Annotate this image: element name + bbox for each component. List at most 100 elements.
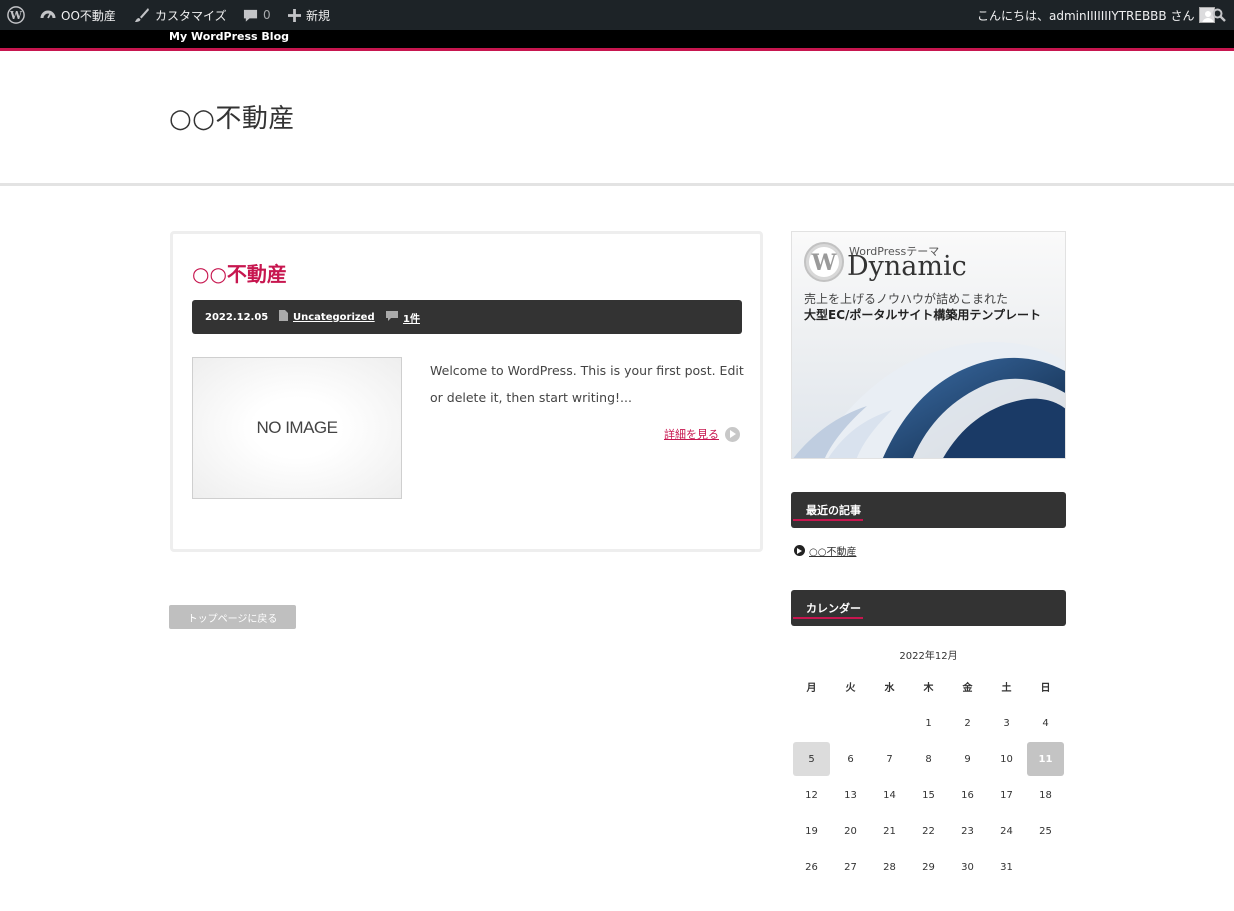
post-title-prefix: ○○ (192, 262, 227, 286)
calendar-day: 6 (847, 753, 854, 765)
header-divider (0, 183, 1234, 186)
post-excerpt: Welcome to WordPress. This is your first… (430, 363, 744, 405)
calendar-day: 21 (883, 825, 896, 837)
site-title[interactable]: ○○不動産 (169, 98, 295, 135)
calendar-day: 22 (922, 825, 935, 837)
customize-menu[interactable]: カスタマイズ (134, 0, 227, 30)
brush-icon (134, 7, 150, 23)
calendar-day: 20 (844, 825, 857, 837)
document-icon (279, 310, 288, 324)
arrow-right-circle-icon[interactable] (725, 426, 740, 442)
calendar-table: 月 火 水 木 金 土 日 1 2 3 4 5 6 7 8 9 10 11 12… (792, 667, 1065, 885)
heading-underline (793, 617, 863, 619)
category-link[interactable]: Uncategorized (293, 312, 375, 323)
calendar-week-row: 26 27 28 29 30 31 (792, 849, 1065, 885)
calendar-heading: カレンダー (791, 590, 1066, 626)
weekday-thu: 木 (923, 682, 934, 694)
calendar-day: 19 (805, 825, 818, 837)
post-title[interactable]: ○○不動産 (192, 258, 287, 287)
calendar-day (831, 705, 870, 741)
account-menu[interactable]: こんにちは、adminIIIIIIIYTREBBB さん (977, 0, 1216, 30)
wordpress-logo-icon: W (7, 6, 25, 24)
comments-menu[interactable]: 0 (243, 0, 271, 30)
wordpress-logo-menu[interactable]: W (7, 0, 25, 30)
calendar-day: 9 (964, 753, 971, 765)
comment-bubble-icon (243, 8, 258, 23)
wordpress-logo-icon: W (803, 241, 845, 287)
back-to-top-button[interactable]: トップページに戻る (169, 605, 296, 629)
calendar-day: 24 (1000, 825, 1013, 837)
calendar-day-posted[interactable]: 5 (792, 741, 831, 777)
calendar-week-row: 1 2 3 4 (792, 705, 1065, 741)
calendar-day: 17 (1000, 789, 1013, 801)
calendar-week-row: 12 13 14 15 16 17 18 (792, 777, 1065, 813)
svg-text:W: W (9, 9, 23, 22)
calendar-week-row: 19 20 21 22 23 24 25 (792, 813, 1065, 849)
calendar-day: 31 (1000, 861, 1013, 873)
site-name-label: OO不動産 (61, 8, 116, 23)
calendar-day (792, 705, 831, 741)
recent-post-link[interactable]: ○○不動産 (809, 543, 856, 558)
calendar-day: 23 (961, 825, 974, 837)
calendar-day-today: 11 (1026, 741, 1065, 777)
dashboard-icon (40, 7, 56, 23)
calendar-day-link[interactable]: 5 (793, 742, 830, 776)
blog-strip-title[interactable]: My WordPress Blog (169, 30, 289, 43)
calendar-day: 27 (844, 861, 857, 873)
calendar-day: 26 (805, 861, 818, 873)
calendar-day: 25 (1039, 825, 1052, 837)
calendar-day: 28 (883, 861, 896, 873)
weekday-mon: 月 (806, 682, 817, 694)
weekday-fri: 金 (962, 682, 973, 694)
calendar-day: 14 (883, 789, 896, 801)
calendar-day: 29 (922, 861, 935, 873)
post-title-main: 不動産 (226, 262, 287, 286)
thumbnail-placeholder-text: NO IMAGE (256, 418, 338, 437)
post-comments: 1件 (386, 300, 420, 334)
weekday-wed: 水 (884, 682, 895, 694)
post-thumbnail[interactable]: NO IMAGE (192, 357, 402, 499)
post-category: Uncategorized (279, 300, 375, 334)
new-content-menu[interactable]: 新規 (288, 0, 330, 30)
calendar-day: 16 (961, 789, 974, 801)
comments-link[interactable]: 1件 (403, 310, 420, 325)
calendar-day: 15 (922, 789, 935, 801)
site-name-menu[interactable]: OO不動産 (40, 0, 116, 30)
banner-title: Dynamic (847, 251, 967, 282)
post-date-text: 2022.12.05 (205, 311, 269, 323)
comment-icon (386, 310, 398, 324)
calendar-weekday-row: 月 火 水 木 金 土 日 (792, 667, 1065, 705)
calendar-caption: 2022年12月 (899, 651, 958, 662)
calendar-today-number: 11 (1027, 742, 1064, 776)
blog-strip: My WordPress Blog (0, 30, 1234, 48)
heading-underline (793, 519, 863, 521)
admin-search-toggle[interactable] (1212, 0, 1226, 30)
calendar-day: 30 (961, 861, 974, 873)
weekday-sun: 日 (1040, 682, 1051, 694)
greeting-text: こんにちは、adminIIIIIIIYTREBBB さん (977, 8, 1195, 23)
admin-bar: W OO不動産 カスタマイズ 0 新規 こんにちは、adminIIIIIIIYT… (0, 0, 1234, 30)
calendar-day: 12 (805, 789, 818, 801)
post-card: ○○不動産 2022.12.05 Uncategorized 1件 NO IMA… (170, 231, 763, 552)
new-label: 新規 (306, 8, 331, 23)
read-more-link[interactable]: 詳細を見る (664, 426, 719, 442)
calendar-day (870, 705, 909, 741)
calendar-day (1026, 849, 1065, 885)
banner-tagline: 売上を上げるノウハウが詰めこまれた (804, 292, 1009, 306)
weekday-tue: 火 (845, 682, 856, 694)
calendar-day: 8 (925, 753, 932, 765)
calendar-day: 18 (1039, 789, 1052, 801)
svg-text:W: W (811, 250, 837, 276)
calendar-day: 1 (925, 717, 932, 729)
calendar-day: 4 (1042, 717, 1049, 729)
weekday-sat: 土 (1001, 682, 1012, 694)
read-more: 詳細を見る (664, 426, 740, 442)
post-meta-bar: 2022.12.05 Uncategorized 1件 (192, 300, 742, 334)
theme-banner[interactable]: W WordPressテーマ Dynamic 売上を上げるノウハウが詰めこまれた… (791, 231, 1066, 459)
accent-divider (0, 48, 1234, 51)
list-item: ○○不動産 (794, 543, 856, 558)
search-icon (1212, 8, 1226, 22)
arrow-right-circle-icon (794, 545, 805, 556)
recent-posts-heading: 最近の記事 (791, 492, 1066, 528)
calendar-title: カレンダー (806, 602, 861, 615)
